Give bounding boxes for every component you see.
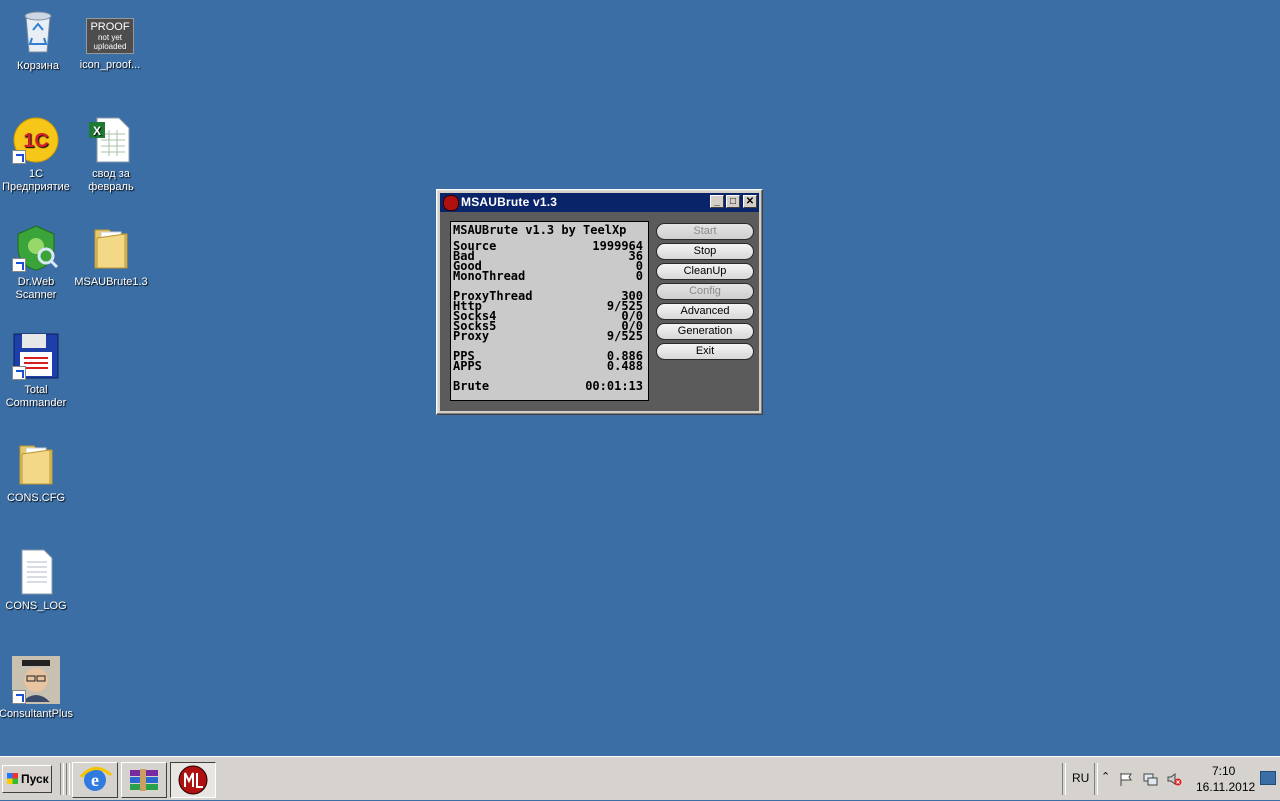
taskbar-divider xyxy=(1094,763,1098,795)
close-button[interactable]: ✕ xyxy=(743,195,757,208)
desktop-icon-cons-log[interactable]: CONS_LOG xyxy=(0,548,74,613)
onec-logo-text: 1C xyxy=(23,130,49,152)
drweb-spider-icon xyxy=(12,224,60,272)
desktop-icon-total-commander[interactable]: Total Commander xyxy=(0,332,74,410)
generation-button[interactable]: Generation xyxy=(656,323,754,340)
desktop-icon-excel[interactable]: X свод за февраль xyxy=(73,116,149,194)
window-titlebar[interactable]: MSAUBrute v1.3 _ □ ✕ xyxy=(440,193,759,212)
internet-explorer-icon: e xyxy=(79,767,112,791)
desktop-icon-cons-cfg[interactable]: CONS.CFG xyxy=(0,440,74,505)
minimize-button[interactable]: _ xyxy=(710,195,724,208)
shortcut-arrow-icon xyxy=(12,258,26,272)
network-icon[interactable] xyxy=(1142,771,1158,787)
start-label: Пуск xyxy=(21,772,49,786)
taskbar: Пуск e RU ⌃ 7:10 16.11.2012 xyxy=(0,756,1280,800)
desktop-icon-label: Корзина xyxy=(17,60,59,72)
folder-icon xyxy=(87,224,135,272)
stat-label: Proxy xyxy=(453,329,490,343)
winrar-books-icon xyxy=(130,769,158,791)
desktop-icon-label: MSAUBrute1.3 xyxy=(74,276,148,288)
stats-panel: MSAUBrute v1.3 by TeelXp Source 1999964 B… xyxy=(450,221,649,401)
desktop-icon-label: 1C Предприятие xyxy=(2,168,70,193)
desktop-icon-recycle-bin[interactable]: Корзина xyxy=(0,8,76,73)
stat-label: Brute xyxy=(453,379,490,393)
config-button[interactable]: Config xyxy=(656,283,754,300)
stat-row-apps: APPS 0.488 xyxy=(453,359,643,373)
start-button-taskbar[interactable]: Пуск xyxy=(2,765,52,793)
proof-image-icon: PROOF not yet uploaded xyxy=(86,18,134,54)
stat-label: APPS xyxy=(453,359,482,373)
window-title: MSAUBrute v1.3 xyxy=(461,195,558,209)
text-file-icon xyxy=(12,548,60,596)
desktop-icon-label: Total Commander xyxy=(5,384,67,409)
volume-muted-icon[interactable] xyxy=(1166,771,1182,787)
desktop-icon-consultantplus[interactable]: ConsultantPlus xyxy=(0,656,74,721)
floppy-disk-icon xyxy=(12,332,60,380)
msaubrute-window[interactable]: MSAUBrute v1.3 _ □ ✕ MSAUBrute v1.3 by T… xyxy=(436,189,763,415)
stat-value: 0.488 xyxy=(606,359,643,373)
stat-row-proxy: Proxy 9/525 xyxy=(453,329,643,343)
stat-value: 00:01:13 xyxy=(585,379,643,393)
proof-line3: uploaded xyxy=(93,42,127,51)
shortcut-arrow-icon xyxy=(12,690,26,704)
shortcut-arrow-icon xyxy=(12,150,26,164)
onec-icon: 1C xyxy=(12,116,60,164)
stat-value: 9/525 xyxy=(606,329,643,343)
stat-row-source: Source 1999964 xyxy=(453,240,643,252)
proof-line2: not yet xyxy=(97,33,122,42)
windows-logo-icon xyxy=(7,773,18,784)
stat-value: 0 xyxy=(635,269,643,283)
start-button[interactable]: Start xyxy=(656,223,754,240)
desktop-icon-label: Dr.Web Scanner xyxy=(15,276,57,301)
taskbar-divider xyxy=(1062,763,1066,795)
stat-label: MonoThread xyxy=(453,269,526,283)
show-hidden-icons-chevron-icon[interactable]: ⌃ xyxy=(1101,770,1110,783)
taskbar-msaubrute[interactable] xyxy=(170,762,216,798)
maximize-button[interactable]: □ xyxy=(726,195,740,208)
shortcut-arrow-icon xyxy=(12,366,26,380)
svg-text:X: X xyxy=(93,124,101,138)
quicklaunch-winrar[interactable] xyxy=(121,762,167,798)
consultantplus-icon xyxy=(12,656,60,704)
taskbar-divider xyxy=(66,763,70,795)
show-desktop-icon[interactable] xyxy=(1260,771,1276,785)
recycle-bin-icon xyxy=(14,8,62,56)
stop-button[interactable]: Stop xyxy=(656,243,754,260)
window-body: MSAUBrute v1.3 by TeelXp Source 1999964 B… xyxy=(440,212,759,411)
desktop-icon-label: ConsultantPlus xyxy=(0,708,73,720)
desktop-icon-label: CONS_LOG xyxy=(5,600,67,612)
excel-file-icon: X xyxy=(87,116,135,164)
quicklaunch-ie[interactable]: e xyxy=(72,762,118,798)
desktop-icon-label: icon_proof... xyxy=(79,59,141,71)
stat-row-monothread: MonoThread 0 xyxy=(453,269,643,283)
stat-row-brute: Brute 00:01:13 xyxy=(453,379,643,393)
desktop-icon-proof[interactable]: PROOF not yet uploaded icon_proof... xyxy=(72,18,148,72)
advanced-button[interactable]: Advanced xyxy=(656,303,754,320)
desktop-icon-1c[interactable]: 1C 1C Предприятие xyxy=(0,116,74,194)
language-indicator[interactable]: RU xyxy=(1072,771,1089,785)
cleanup-button[interactable]: CleanUp xyxy=(656,263,754,280)
proof-line1: PROOF xyxy=(90,21,130,33)
app-logo-icon xyxy=(443,195,459,211)
desktop-icon-label: CONS.CFG xyxy=(6,492,66,504)
desktop-icon-label: свод за февраль xyxy=(88,168,134,193)
desktop-icon-msaubrute-folder[interactable]: MSAUBrute1.3 xyxy=(73,224,149,289)
clock-date[interactable]: 16.11.2012 xyxy=(1196,780,1255,794)
clock-time[interactable]: 7:10 xyxy=(1212,764,1235,778)
exit-button[interactable]: Exit xyxy=(656,343,754,360)
taskbar-divider xyxy=(60,763,64,795)
action-center-flag-icon[interactable] xyxy=(1118,771,1134,787)
desktop-icon-drweb[interactable]: Dr.Web Scanner xyxy=(0,224,74,302)
folder-icon xyxy=(12,440,60,488)
msaubrute-logo-icon xyxy=(178,765,208,795)
svg-text:e: e xyxy=(91,770,99,790)
